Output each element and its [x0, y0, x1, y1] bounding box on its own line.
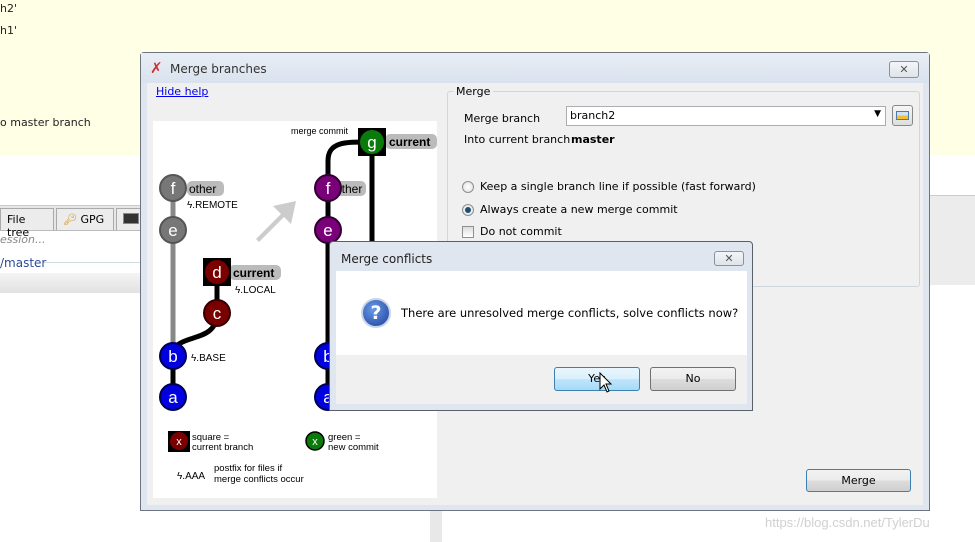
divider	[44, 262, 140, 263]
do-not-commit-checkbox[interactable]	[462, 226, 474, 238]
tab-label: GPG	[80, 213, 105, 226]
commit-search-placeholder[interactable]: ession...	[0, 233, 45, 246]
new-merge-commit-label: Always create a new merge commit	[480, 203, 678, 216]
node-label: b	[168, 347, 177, 366]
merge-branch-label: Merge branch	[464, 112, 541, 125]
arrow-icon	[256, 201, 296, 242]
label-local: ϟ.LOCAL	[235, 285, 276, 296]
title-bar: ✗ Merge branches ✕	[141, 53, 929, 83]
node-label: f	[326, 179, 331, 198]
node-label: e	[323, 221, 332, 240]
log-line: h2'	[0, 2, 17, 15]
legend-text: merge conflicts occur	[214, 474, 304, 485]
label-current: current	[233, 266, 274, 280]
merge-branch-value: branch2	[570, 109, 616, 122]
branch-browser-icon	[896, 111, 909, 120]
fast-forward-radio[interactable]	[462, 181, 474, 193]
background-toolbar	[0, 273, 140, 293]
into-branch-label: Into current branch	[464, 133, 571, 146]
log-line: o master branch	[0, 116, 91, 129]
node-label: e	[168, 221, 177, 240]
close-icon: ✕	[724, 252, 734, 265]
into-branch-value: master	[571, 133, 615, 146]
legend-x: x	[176, 436, 182, 448]
legend-text: new commit	[328, 442, 379, 453]
legend-x: x	[312, 436, 318, 448]
merge-button[interactable]: Merge	[806, 469, 911, 492]
group-title: Merge	[453, 85, 494, 98]
do-not-commit-label: Do not commit	[480, 225, 562, 238]
label-current: current	[389, 135, 430, 149]
chevron-down-icon: ▼	[874, 109, 881, 119]
close-button[interactable]: ✕	[889, 61, 919, 78]
yes-button[interactable]: Yes	[554, 367, 640, 391]
node-label: c	[213, 304, 222, 323]
merge-app-icon: ✗	[150, 59, 163, 77]
background-panel	[930, 195, 975, 285]
watermark: https://blog.csdn.net/TylerDu	[765, 515, 930, 530]
button-bar: Yes No	[336, 355, 747, 404]
node-label: d	[212, 263, 221, 282]
background-tabstrip: File tree 🔑︎ GPG	[0, 205, 146, 239]
legend-text: current branch	[192, 442, 253, 453]
label-remote: ϟ.REMOTE	[187, 200, 238, 211]
label-merge-commit: merge commit	[291, 126, 349, 136]
merge-branch-select[interactable]: branch2 ▼	[566, 106, 886, 126]
node-label: g	[367, 133, 376, 152]
background-scroll	[430, 511, 442, 542]
hide-help-link[interactable]: Hide help	[156, 85, 208, 98]
node-label: a	[168, 388, 178, 407]
legend-aaa: ϟ.AAA	[177, 471, 205, 482]
tab-file-tree[interactable]: File tree	[0, 208, 54, 239]
dialog-title: Merge branches	[170, 62, 267, 76]
branch-browser-button[interactable]	[892, 105, 913, 126]
message-area: ? There are unresolved merge conflicts, …	[336, 271, 747, 355]
mouse-cursor-icon	[599, 372, 613, 393]
new-merge-commit-radio[interactable]	[462, 204, 474, 216]
dialog-title: Merge conflicts	[341, 252, 433, 266]
tab-gpg[interactable]: 🔑︎ GPG	[56, 208, 114, 230]
terminal-icon	[123, 213, 139, 224]
fast-forward-label: Keep a single branch line if possible (f…	[480, 180, 756, 193]
conflict-message: There are unresolved merge conflicts, so…	[401, 306, 739, 320]
node-label: f	[171, 179, 176, 198]
close-icon: ✕	[899, 63, 909, 76]
branch-label: /master	[0, 256, 47, 270]
merge-conflicts-dialog: Merge conflicts ✕ ? There are unresolved…	[329, 241, 753, 411]
log-line: h1'	[0, 24, 17, 37]
legend-text: postfix for files if	[214, 463, 282, 474]
no-button[interactable]: No	[650, 367, 736, 391]
question-icon: ?	[361, 298, 391, 328]
key-icon: 🔑︎	[63, 213, 77, 226]
label-base: ϟ.BASE	[191, 353, 226, 364]
close-button[interactable]: ✕	[714, 251, 744, 266]
label-other: other	[189, 182, 216, 196]
